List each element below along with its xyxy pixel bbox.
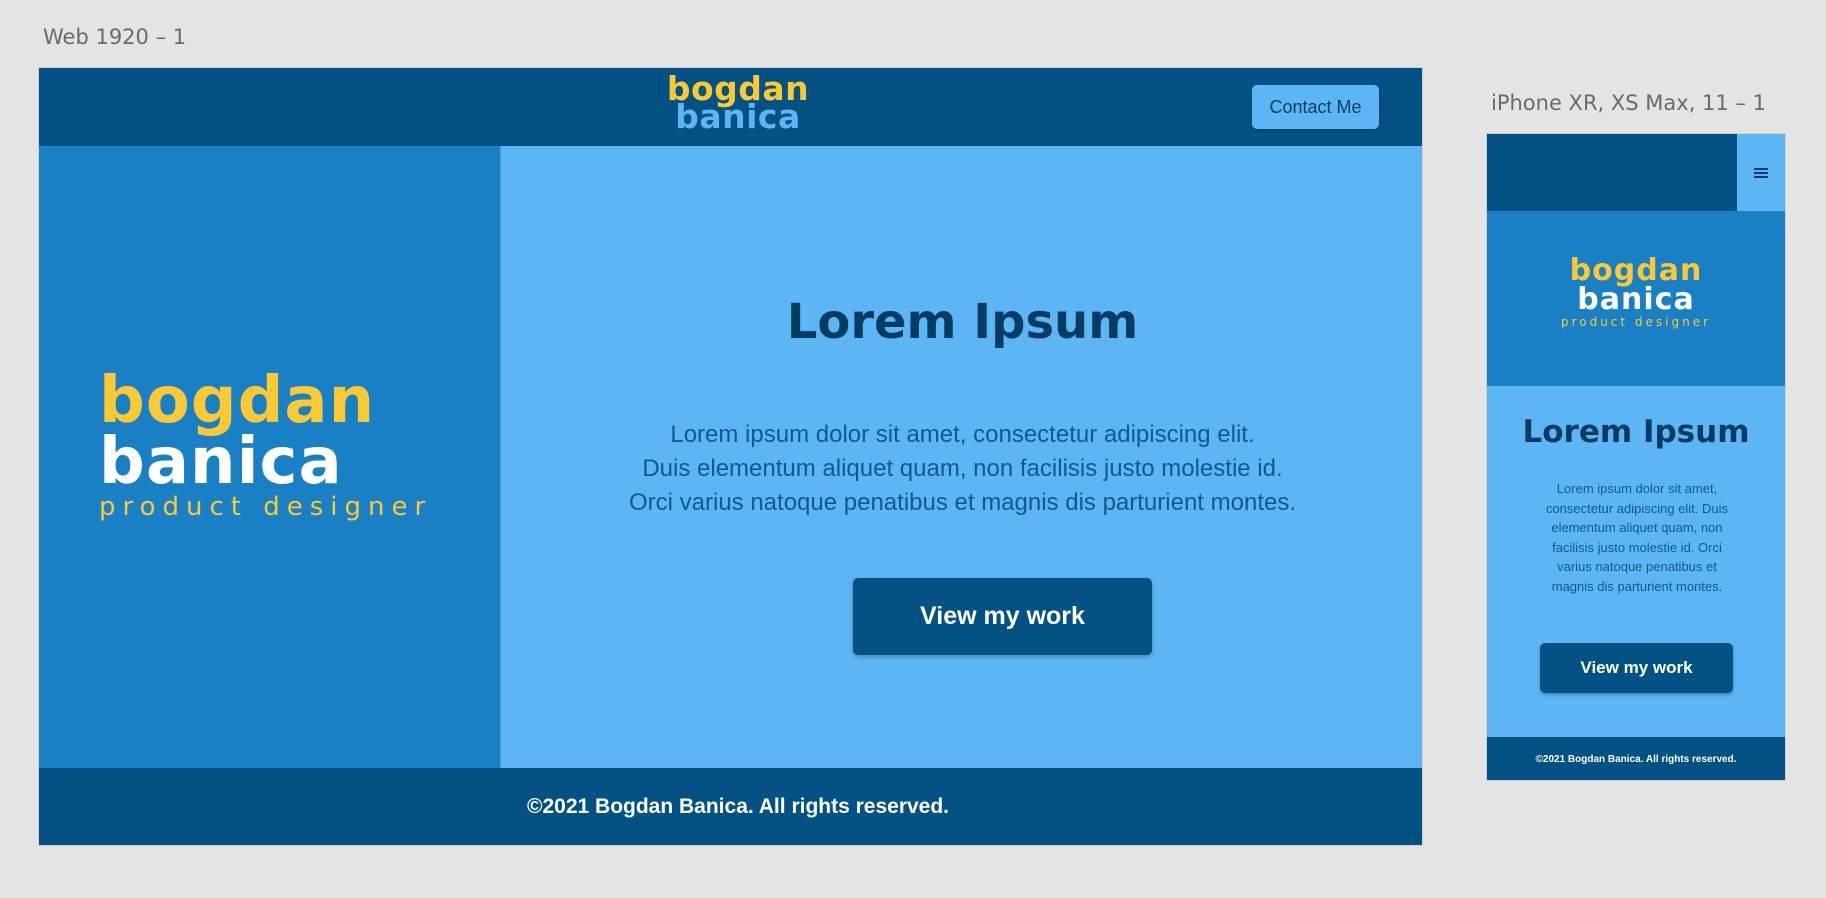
intro-paragraph: Lorem ipsum dolor sit amet, consectetur …	[501, 418, 1422, 520]
copyright-text: ©2021 Bogdan Banica. All rights reserved…	[527, 795, 950, 818]
web-artboard-label: Web 1920 – 1	[43, 25, 187, 49]
header-logo[interactable]: bogdan banica	[648, 72, 828, 134]
mobile-artboard: bogdan banica product designer Lorem Ips…	[1486, 133, 1786, 781]
mobile-view-my-work-button[interactable]: View my work	[1540, 643, 1733, 693]
mobile-hero: bogdan banica product designer	[1487, 211, 1785, 386]
intro-line-2: Duis elementum aliquet quam, non facilis…	[642, 455, 1283, 482]
hamburger-icon	[1754, 166, 1768, 180]
hero-logo-tagline: product designer	[99, 491, 433, 522]
contact-me-button[interactable]: Contact Me	[1252, 85, 1379, 129]
hero-logo-panel: bogdan banica product designer	[39, 146, 501, 768]
web-header: bogdan banica Contact Me	[39, 68, 1422, 146]
page-title: Lorem Ipsum	[786, 294, 1139, 350]
intro-line-3: Orci varius natoque penatibus et magnis …	[628, 489, 1297, 516]
hero-logo-line2: banica	[99, 424, 343, 499]
web-footer: ©2021 Bogdan Banica. All rights reserved…	[39, 768, 1422, 845]
menu-button[interactable]	[1737, 134, 1785, 211]
mobile-hero-logo: bogdan banica product designer	[1487, 256, 1785, 329]
main-content: Lorem Ipsum Lorem ipsum dolor sit amet, …	[501, 146, 1422, 768]
mobile-header	[1487, 134, 1785, 211]
mobile-copyright-text: ©2021 Bogdan Banica. All rights reserved…	[1487, 737, 1785, 780]
mobile-intro-paragraph: Lorem ipsum dolor sit amet, consectetur …	[1545, 481, 1729, 594]
mobile-artboard-label: iPhone XR, XS Max, 11 – 1	[1491, 91, 1766, 115]
mobile-logo-line2: banica	[1577, 281, 1695, 317]
view-my-work-button[interactable]: View my work	[853, 578, 1152, 655]
hero-logo: bogdan banica product designer	[99, 364, 439, 522]
intro-line-1: Lorem ipsum dolor sit amet, consectetur …	[670, 421, 1255, 448]
mobile-page-title: Lorem Ipsum	[1522, 414, 1750, 450]
mobile-logo-tagline: product designer	[1560, 315, 1712, 329]
web-artboard: bogdan banica Contact Me bogdan banica p…	[38, 67, 1423, 846]
hero-logo-line1: bogdan	[99, 364, 376, 438]
